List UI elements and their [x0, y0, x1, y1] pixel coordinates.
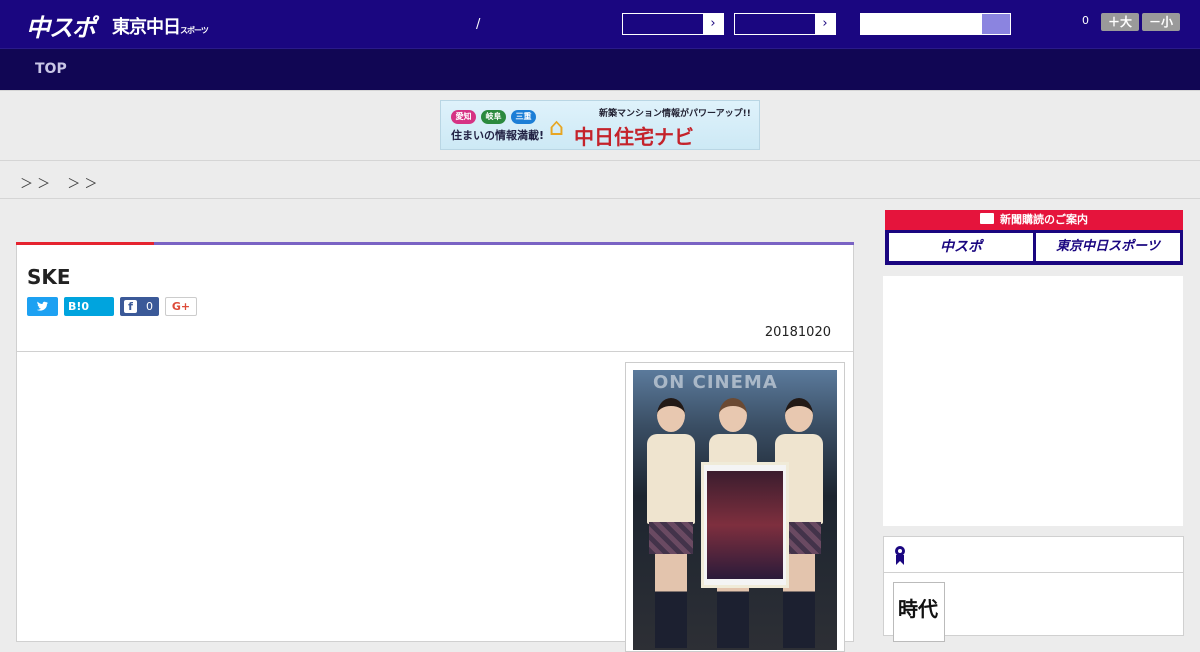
- photo-person-head: [657, 398, 685, 432]
- subscription-box: 新聞購読のご案内 中スポ 東京中日スポーツ: [885, 210, 1183, 265]
- ranking-box: 時代: [883, 536, 1184, 642]
- search-input[interactable]: [860, 13, 1011, 35]
- article-accent-purple: [154, 242, 854, 245]
- chevron-right-icon: ›: [815, 14, 835, 34]
- breadcrumb[interactable]: ＞ ＞ ＞ ＞: [20, 173, 97, 192]
- book-thumbnail-text: 時代: [898, 597, 938, 621]
- photo-person-skirt: [649, 522, 693, 554]
- breadcrumb-bar: ＞ ＞ ＞ ＞: [0, 160, 1200, 199]
- photo-poster-image: [707, 471, 783, 579]
- article-photo-frame[interactable]: ON CINEMA: [625, 362, 845, 652]
- photo-person-head: [719, 398, 747, 432]
- facebook-icon: f: [124, 300, 137, 313]
- newspaper-icon: [980, 213, 994, 224]
- article-photo: ON CINEMA: [633, 370, 837, 650]
- article-accent-red: [16, 242, 154, 245]
- font-size-count: 0: [1082, 14, 1089, 27]
- logo-tokyo-chunichi[interactable]: 東京中日スポーツ: [112, 13, 209, 39]
- sidebar-ad[interactable]: [883, 276, 1183, 526]
- banner-pill-gifu: 岐阜: [481, 110, 506, 124]
- subscription-header[interactable]: 新聞購読のご案内: [885, 210, 1183, 230]
- photo-sign-text: ON CINEMA: [653, 372, 778, 393]
- subscribe-tokyo-button[interactable]: 東京中日スポーツ: [1036, 233, 1180, 261]
- banner-brand: 中日住宅ナビ: [574, 125, 694, 149]
- photo-person-left: [641, 398, 701, 648]
- category-select-2[interactable]: ›: [734, 13, 836, 35]
- subscribe-chuspo-button[interactable]: 中スポ: [889, 233, 1033, 261]
- photo-poster: [701, 462, 789, 588]
- logo-tokyo-text: 東京中日: [112, 17, 181, 38]
- header: 中スポ 東京中日スポーツ / › › 0 ＋大 －小: [0, 0, 1200, 48]
- banner-pill-mie: 三重: [511, 110, 536, 124]
- header-slash: /: [476, 17, 481, 32]
- hatena-bookmark-button[interactable]: B!0: [64, 297, 114, 316]
- main-nav: TOP: [0, 48, 1200, 90]
- google-plus-share-button[interactable]: G+: [165, 297, 197, 316]
- font-increase-button[interactable]: ＋大: [1101, 13, 1139, 31]
- article-card: SKE B!0 f 0 G+ 20181020 ON CINEMA: [16, 242, 854, 652]
- category-select-1[interactable]: ›: [622, 13, 724, 35]
- ranking-header: [884, 537, 1183, 573]
- banner-pill-aichi: 愛知: [451, 110, 476, 124]
- subscription-header-text: 新聞購読のご案内: [1000, 213, 1088, 226]
- facebook-share-button[interactable]: f 0: [120, 297, 159, 316]
- facebook-count: 0: [146, 300, 153, 313]
- ribbon-icon: [895, 546, 905, 565]
- logo-chuspo[interactable]: 中スポ: [26, 8, 96, 43]
- twitter-icon: [37, 301, 49, 311]
- house-icon: ⌂: [549, 113, 565, 141]
- article-divider: [17, 351, 853, 352]
- logo-tokyo-small: スポーツ: [180, 26, 209, 35]
- banner-area: 愛知 岐阜 三重 住まいの情報満載! ⌂ 新築マンション情報がパワーアップ!! …: [0, 90, 1200, 160]
- photo-person-legs: [655, 554, 687, 648]
- photo-person-head: [785, 398, 813, 432]
- font-decrease-button[interactable]: －小: [1142, 13, 1180, 31]
- banner-text-top: 新築マンション情報がパワーアップ!!: [599, 109, 751, 119]
- article-title: SKE: [27, 265, 71, 289]
- article-date: 20181020: [764, 325, 831, 340]
- housing-navi-banner[interactable]: 愛知 岐阜 三重 住まいの情報満載! ⌂ 新築マンション情報がパワーアップ!! …: [440, 100, 760, 150]
- chevron-right-icon: ›: [703, 14, 723, 34]
- twitter-share-button[interactable]: [27, 297, 58, 316]
- banner-text-left: 住まいの情報満載!: [451, 129, 545, 142]
- nav-item-top[interactable]: TOP: [35, 61, 67, 77]
- book-thumbnail[interactable]: 時代: [893, 582, 945, 642]
- photo-person-jacket: [647, 434, 695, 524]
- search-button[interactable]: [982, 14, 1010, 34]
